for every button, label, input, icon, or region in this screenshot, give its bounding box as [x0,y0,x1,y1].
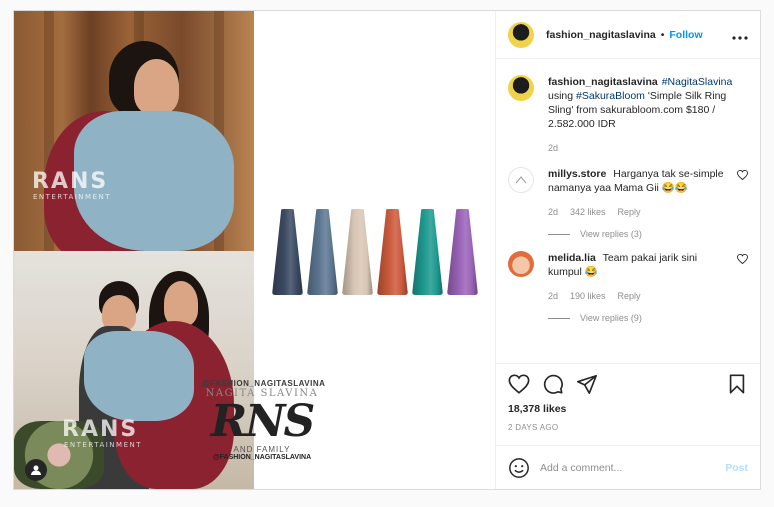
reply-button[interactable]: Reply [618,205,641,219]
view-replies-button[interactable]: View replies (3) [548,229,748,239]
caption-avatar[interactable] [508,75,534,101]
rans-watermark-sub-2: ENTERTAINMENT [64,441,143,449]
ring-sling-3 [342,209,373,295]
view-replies-button[interactable]: View replies (9) [548,313,748,323]
add-comment-bar: Post [496,445,760,489]
commenter-username[interactable]: melida.lia [548,252,596,264]
ring-sling-6 [447,209,478,295]
reply-button[interactable]: Reply [618,289,641,303]
comment-likes[interactable]: 190 likes [570,289,606,303]
caption-time: 2d [548,143,559,153]
comment-likes[interactable]: 342 likes [570,205,606,219]
like-heart-icon[interactable] [508,373,530,395]
hashtag-sakurabloom[interactable]: #SakuraBloom [576,90,645,102]
share-paper-plane-icon[interactable] [576,373,598,395]
ring-sling-5 [412,209,443,295]
rans-watermark: RANS [32,169,109,194]
comments-section[interactable]: fashion_nagitaslavina #NagitaSlavina usin… [496,59,760,363]
more-options-icon[interactable] [732,27,748,43]
photo-top-mother-with-sling: RANS ENTERTAINMENT [14,11,254,251]
post-header: fashion_nagitaslavina • Follow [496,11,760,59]
hashtag-nagitaslavina[interactable]: #NagitaSlavina [662,76,733,88]
author-avatar[interactable] [508,21,534,48]
rns-logo-overlay: @FASHION_NAGITASLAVINA NAGITA SLAVINA RN… [202,379,326,489]
post-sidebar: fashion_nagitaslavina • Follow fashion_n… [495,11,760,489]
emoji-icon[interactable] [508,457,530,479]
ring-sling-1 [272,209,303,295]
post-card: RANS ENTERTAINMENT RANS ENTERTAINMENT @F… [13,10,761,490]
caption: fashion_nagitaslavina #NagitaSlavina usin… [508,75,748,155]
comment-item: melida.lia Team pakai jarik sini kumpul … [508,251,748,303]
logo-handle-top: @FASHION_NAGITASLAVINA [202,379,326,388]
follow-button[interactable]: Follow [669,29,702,41]
view-replies-label: View replies (9) [580,313,642,323]
tagged-users-icon[interactable] [25,459,47,481]
rans-watermark-2: RANS [62,417,139,442]
post-timestamp: 2 DAYS AGO [508,423,559,432]
comment-time: 2d [548,207,559,217]
like-comment-heart-icon[interactable] [737,254,748,264]
commenter-avatar[interactable] [508,251,534,277]
caption-text-1: using [548,90,574,102]
post-image[interactable]: RANS ENTERTAINMENT RANS ENTERTAINMENT @F… [14,11,495,489]
commenter-avatar[interactable] [508,167,534,193]
caption-username[interactable]: fashion_nagitaslavina [548,76,658,88]
comment-time: 2d [548,291,559,301]
save-bookmark-icon[interactable] [726,373,748,395]
logo-handle-bottom: @FASHION_NAGITASLAVINA [212,454,312,461]
logo-mark: RNS [210,396,316,447]
commenter-username[interactable]: millys.store [548,168,606,180]
comment-bubble-icon[interactable] [542,373,564,395]
rans-watermark-sub: ENTERTAINMENT [33,193,112,201]
like-comment-heart-icon[interactable] [737,170,748,180]
view-replies-label: View replies (3) [580,229,642,239]
author-username[interactable]: fashion_nagitaslavina [546,29,656,41]
ring-sling-2 [307,209,338,295]
likes-count[interactable]: 18,378 likes [496,403,760,419]
ring-sling-4 [377,209,408,295]
comment-input[interactable] [540,461,726,474]
post-actions [496,363,760,403]
post-comment-button[interactable]: Post [725,462,748,474]
header-separator: • [660,28,665,41]
ring-sling-product-lineup [272,199,482,295]
comment-item: millys.store Harganya tak se-simple nama… [508,167,748,219]
